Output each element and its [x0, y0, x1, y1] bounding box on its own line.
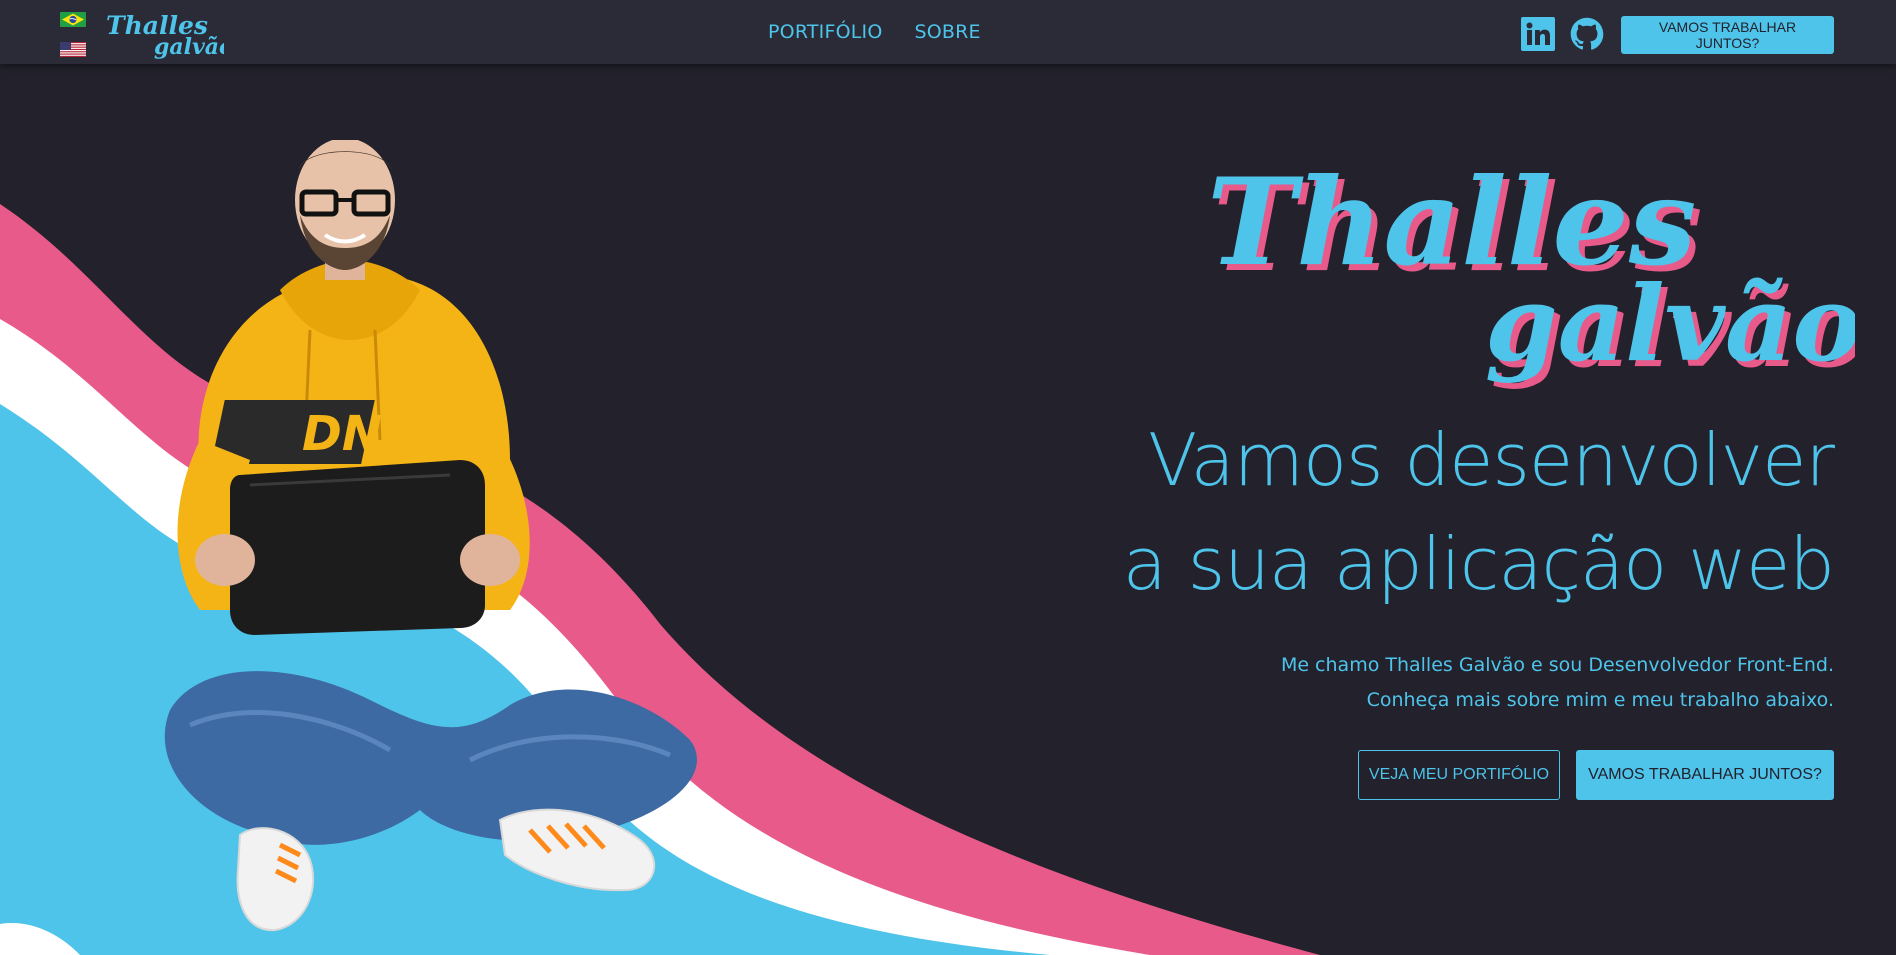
linkedin-icon[interactable] — [1521, 17, 1555, 51]
nav-link-portfolio[interactable]: PORTIFÓLIO — [768, 21, 882, 43]
language-switcher — [60, 12, 88, 58]
github-icon[interactable] — [1570, 17, 1604, 51]
hero-intro: Me chamo Thalles Galvão e sou Desenvolve… — [1281, 648, 1834, 718]
nav-link-sobre[interactable]: SOBRE — [914, 21, 980, 43]
headline-line-2: a sua aplicação web — [1122, 522, 1835, 606]
top-navbar: Thalles galvão PORTIFÓLIO SOBRE VAMOS TR… — [0, 0, 1896, 64]
svg-text:galvão: galvão — [1485, 262, 1855, 385]
work-together-button[interactable]: VAMOS TRABALHAR JUNTOS? — [1576, 750, 1834, 800]
svg-text:galvão: galvão — [154, 34, 224, 60]
nav-work-together-button[interactable]: VAMOS TRABALHAR JUNTOS? — [1621, 16, 1834, 54]
svg-text:DN: DN — [302, 406, 382, 462]
headline-line-1: Vamos desenvolver — [1148, 418, 1835, 502]
brazil-flag-icon[interactable] — [60, 12, 86, 27]
intro-line-1: Me chamo Thalles Galvão e sou Desenvolve… — [1280, 654, 1834, 676]
developer-photo: DN — [164, 140, 698, 932]
hero-headline: Vamos desenvolver a sua aplicação web — [1122, 408, 1835, 616]
main-nav: PORTIFÓLIO SOBRE — [768, 0, 981, 64]
view-portfolio-button[interactable]: VEJA MEU PORTIFÓLIO — [1358, 750, 1560, 800]
hero-name-logo: Thalles Thalles galvão galvão — [1207, 152, 1855, 391]
intro-line-2: Conheça mais sobre mim e meu trabalho ab… — [1366, 689, 1834, 711]
site-logo[interactable]: Thalles galvão — [104, 8, 234, 60]
usa-flag-icon[interactable] — [60, 42, 86, 57]
